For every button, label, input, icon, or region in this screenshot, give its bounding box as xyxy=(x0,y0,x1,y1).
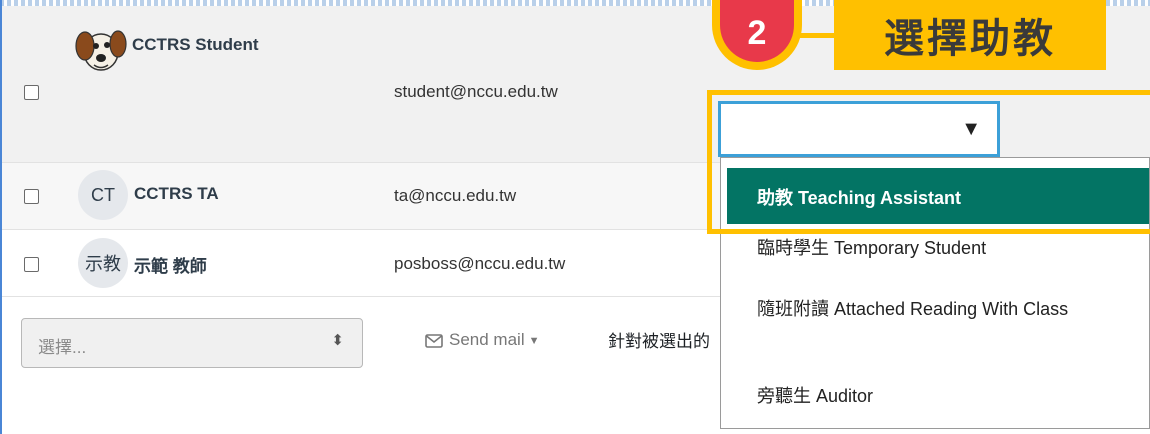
avatar: 示教 xyxy=(78,238,128,288)
role-select[interactable]: ▼ xyxy=(718,101,1000,157)
participant-email: posboss@nccu.edu.tw xyxy=(394,254,566,273)
callout-connector xyxy=(800,33,836,38)
send-mail-button[interactable]: Send mail ▼ xyxy=(425,330,540,350)
row-checkbox[interactable] xyxy=(24,189,39,204)
row-checkbox[interactable] xyxy=(24,257,39,272)
selected-users-text: 針對被選出的 xyxy=(608,332,710,351)
envelope-icon xyxy=(425,333,443,348)
role-dropdown-list: 助教 Teaching Assistant 臨時學生 Temporary Stu… xyxy=(720,157,1150,429)
participant-email: ta@nccu.edu.tw xyxy=(394,186,517,205)
participant-name[interactable]: CCTRS TA xyxy=(134,184,219,204)
row-checkbox[interactable] xyxy=(24,85,39,100)
participant-name[interactable]: CCTRS Student xyxy=(132,35,259,55)
callout-label: 選擇助教 xyxy=(834,0,1106,70)
participant-name[interactable]: 示範 教師 xyxy=(134,252,207,277)
updown-arrow-icon: ⬍ xyxy=(331,332,344,349)
role-option-teaching-assistant[interactable]: 助教 Teaching Assistant xyxy=(727,168,1149,224)
avatar: CT xyxy=(78,170,128,220)
caret-down-icon: ▼ xyxy=(528,334,540,347)
dropdown-arrow-icon: ▼ xyxy=(961,118,981,140)
role-option-temporary-student[interactable]: 臨時學生 Temporary Student xyxy=(757,234,986,260)
role-option-attached-reading[interactable]: 隨班附讀 Attached Reading With Class xyxy=(757,288,1097,330)
role-option-auditor[interactable]: 旁聽生 Auditor xyxy=(757,382,873,408)
dog-avatar-icon xyxy=(75,30,127,71)
participant-email: student@nccu.edu.tw xyxy=(394,82,558,101)
role-option-label: 助教 Teaching Assistant xyxy=(757,188,962,208)
bulk-action-select[interactable]: 選擇... ⬍ xyxy=(21,318,363,368)
send-mail-label: Send mail xyxy=(449,330,525,349)
bulk-action-placeholder: 選擇... xyxy=(38,338,87,357)
